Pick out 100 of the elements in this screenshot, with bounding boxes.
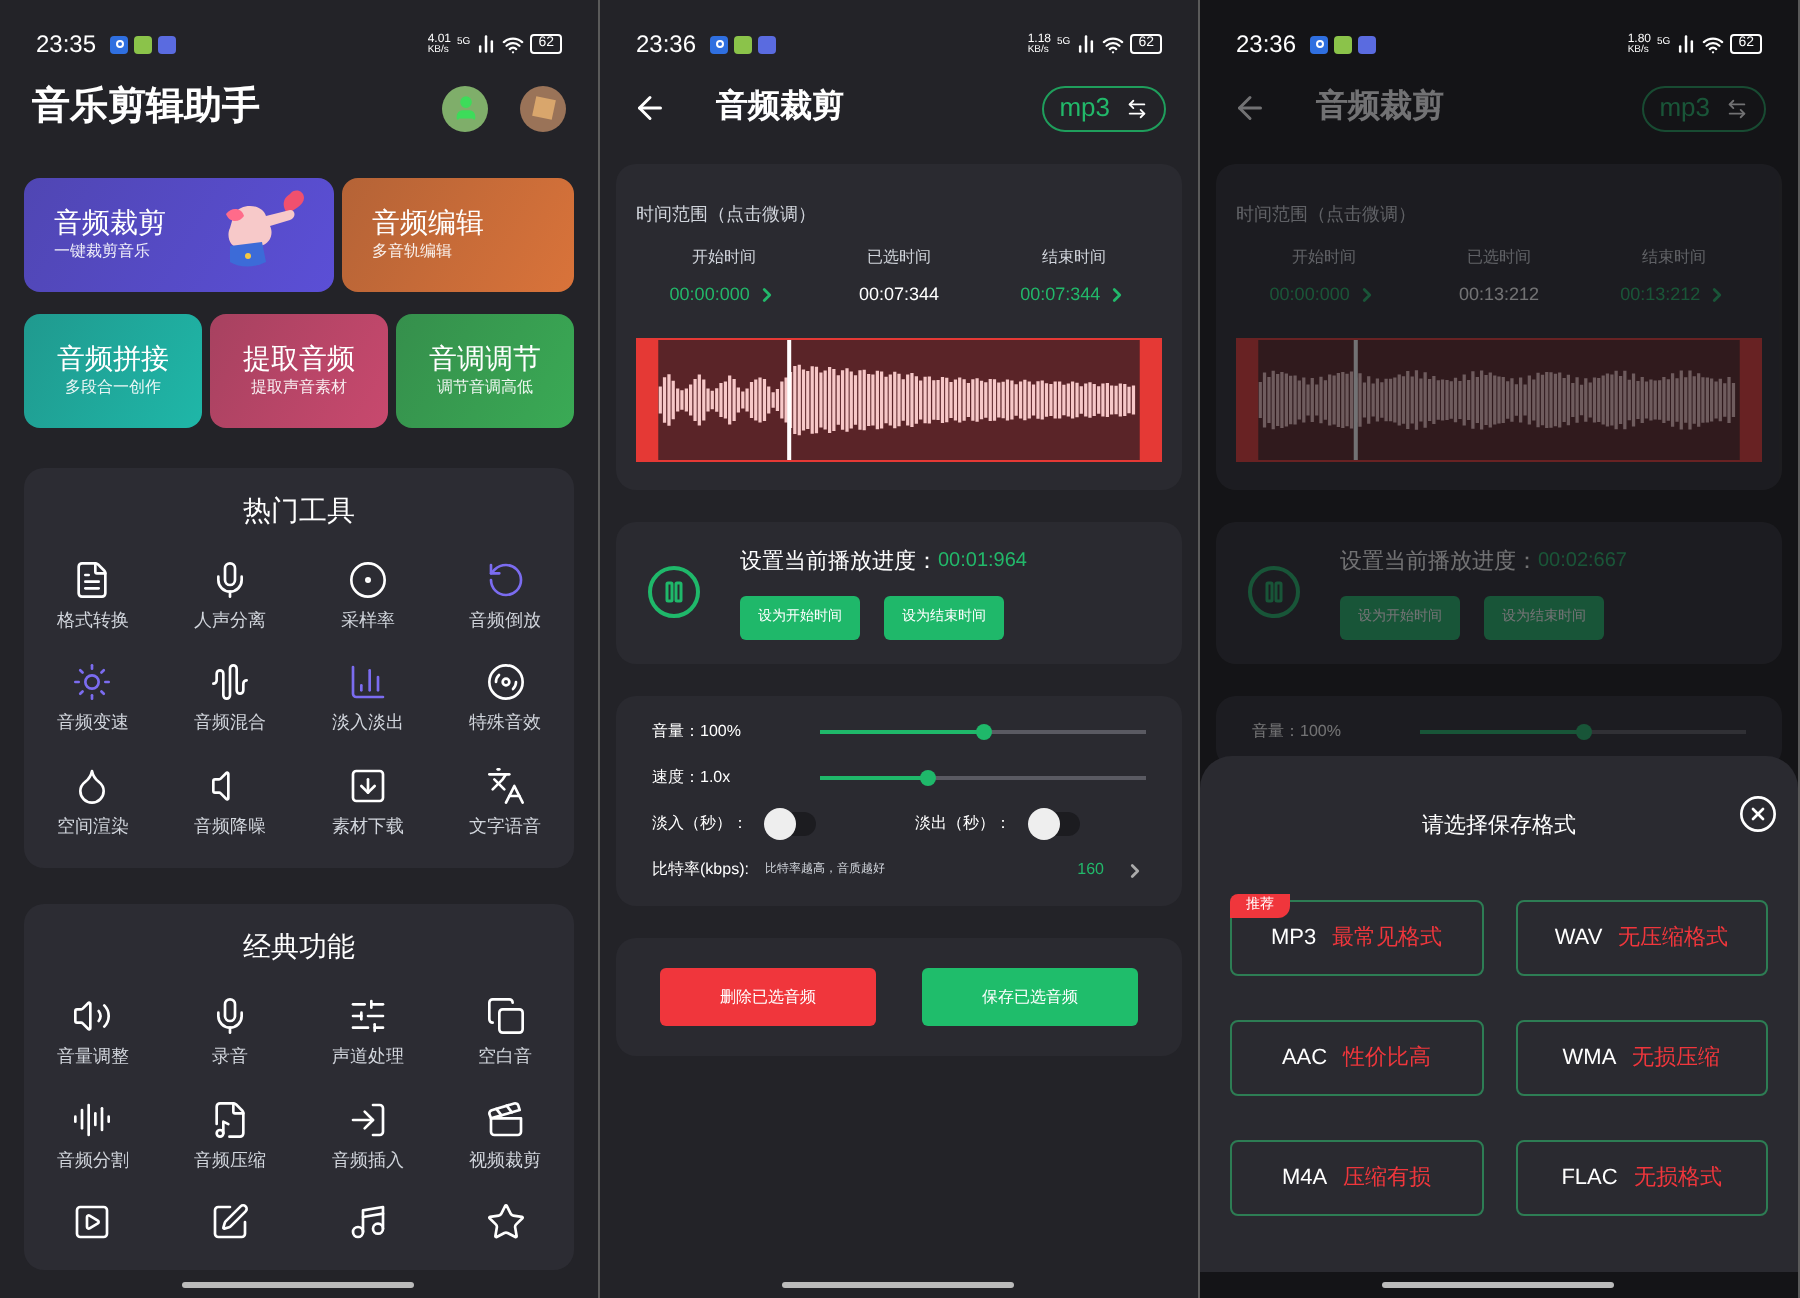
format-option[interactable]: WMA 无损压缩 <box>1515 1020 1768 1096</box>
feature-card[interactable]: 提取音频 提取声音素材 <box>210 313 388 427</box>
volume-icon[interactable] <box>72 996 113 1036</box>
wifi-icon <box>502 33 525 55</box>
sliders-icon[interactable] <box>347 996 388 1036</box>
tool-label[interactable]: 音频变速 <box>56 710 129 737</box>
back-icon[interactable] <box>632 90 668 126</box>
range-heading: 时间范围（点击微调） <box>1236 204 1416 224</box>
card-title: 音频裁剪 <box>54 204 168 240</box>
card-subtitle: 多段合一创作 <box>65 376 161 400</box>
tool-label[interactable]: 音量调整 <box>56 1044 129 1071</box>
progress-label: 设置当前播放进度： <box>740 547 938 577</box>
file-icon[interactable] <box>72 559 113 599</box>
format-name: WMA <box>1562 1043 1617 1074</box>
card-subtitle: 一键裁剪音乐 <box>54 240 152 264</box>
sun-icon[interactable] <box>72 662 113 702</box>
tool-label[interactable]: 音频混合 <box>194 710 267 737</box>
time-label: 结束时间 <box>1642 246 1707 270</box>
toggle-switch[interactable] <box>764 812 816 836</box>
feature-card[interactable]: 音调调节 调节音调高低 <box>396 313 574 427</box>
avatar-icon[interactable] <box>442 85 488 132</box>
slider-label: 音量：100% <box>652 720 743 744</box>
time-value: 00:07:344 <box>858 282 940 308</box>
tool-label[interactable]: 文字语音 <box>469 813 542 840</box>
format-picker[interactable]: mp3 <box>1041 85 1166 131</box>
edit-icon[interactable] <box>210 1202 251 1242</box>
time-label: 开始时间 <box>691 246 756 270</box>
slider-thumb[interactable] <box>919 770 936 786</box>
audio-lines-icon[interactable] <box>72 1099 113 1139</box>
clock-time: 23:36 <box>636 28 697 62</box>
card-subtitle: 多音轨编辑 <box>372 240 454 264</box>
time-value[interactable]: 00:00:000 <box>669 282 750 309</box>
slider-thumb[interactable] <box>1575 724 1591 740</box>
format-note: 无损格式 <box>1633 1163 1722 1194</box>
trim-handle[interactable] <box>1739 337 1762 461</box>
target-icon[interactable] <box>347 559 388 599</box>
format-note: 性价比高 <box>1343 1043 1432 1074</box>
format-option[interactable]: WAV 无压缩格式 <box>1515 900 1768 976</box>
bitrate-label: 比特率(kbps): <box>652 858 749 882</box>
audio-waveform[interactable] <box>636 337 1162 461</box>
slider-label: 音量：100% <box>1252 720 1343 744</box>
waveform-icon[interactable] <box>210 662 251 702</box>
bar-chart-icon[interactable] <box>347 662 388 702</box>
bitrate-value[interactable]: 160 <box>1077 858 1104 882</box>
play-square-icon[interactable] <box>72 1202 113 1242</box>
pause-button[interactable] <box>648 566 700 619</box>
swap-icon <box>1726 97 1748 119</box>
squares-icon[interactable] <box>485 996 526 1036</box>
format-note: 压缩有损 <box>1343 1163 1432 1194</box>
pause-icon <box>1262 580 1286 605</box>
tool-label[interactable]: 淡入淡出 <box>331 710 404 737</box>
time-label: 已选时间 <box>1466 246 1531 270</box>
toggle-switch[interactable] <box>1027 812 1079 836</box>
tool-label[interactable]: 音频分割 <box>56 1147 129 1174</box>
format-option[interactable]: FLAC 无损格式 <box>1515 1140 1768 1216</box>
tool-label[interactable]: 特殊音效 <box>469 710 542 737</box>
trim-handle[interactable] <box>636 337 659 461</box>
format-option[interactable]: M4A 压缩有损 <box>1230 1140 1483 1216</box>
delete-button[interactable]: 删除已选音频 <box>660 968 876 1026</box>
tool-label[interactable]: 视频裁剪 <box>469 1147 542 1174</box>
signal-icon <box>476 34 497 54</box>
star-icon[interactable] <box>485 1202 526 1242</box>
disc-icon[interactable] <box>485 662 526 702</box>
playhead[interactable] <box>787 339 792 459</box>
tool-label[interactable]: 采样率 <box>340 607 395 634</box>
tool-label[interactable]: 录音 <box>212 1044 249 1071</box>
tool-label[interactable]: 声道处理 <box>331 1044 404 1071</box>
music-file-icon[interactable] <box>210 1099 251 1139</box>
playhead[interactable] <box>1353 339 1358 459</box>
rewind-icon[interactable] <box>485 559 526 599</box>
music-note-icon[interactable] <box>347 1202 388 1242</box>
format-name: AAC <box>1281 1043 1328 1074</box>
insert-icon[interactable] <box>347 1099 388 1139</box>
feature-card[interactable]: 音频编辑 多音轨编辑 <box>342 177 574 291</box>
format-name: MP3 <box>1270 923 1317 954</box>
video-icon[interactable] <box>485 1099 526 1139</box>
tool-label[interactable]: 音频压缩 <box>194 1147 267 1174</box>
trim-handle[interactable] <box>1236 337 1259 461</box>
text-icon[interactable] <box>485 765 526 805</box>
tool-label[interactable]: 素材下载 <box>331 813 404 840</box>
tool-label[interactable]: 音频降噪 <box>194 813 267 840</box>
format-option[interactable]: AAC 性价比高 <box>1230 1020 1483 1096</box>
download-icon[interactable] <box>347 765 388 805</box>
slider-thumb[interactable] <box>975 724 991 740</box>
tool-label[interactable]: 空间渲染 <box>56 813 129 840</box>
card-subtitle: 提取声音素材 <box>251 376 347 400</box>
format-note: 无压缩格式 <box>1618 923 1729 954</box>
tool-label[interactable]: 音频插入 <box>331 1147 404 1174</box>
format-label: mp3 <box>1059 90 1110 127</box>
slider-label: 速度：1.0x <box>652 766 733 790</box>
tool-label[interactable]: 格式转换 <box>56 607 129 634</box>
time-value[interactable]: 00:07:344 <box>1020 282 1101 309</box>
tool-label[interactable]: 空白音 <box>478 1044 533 1071</box>
close-icon[interactable] <box>1738 794 1778 834</box>
range-heading: 时间范围（点击微调） <box>636 204 816 224</box>
trim-handle[interactable] <box>1139 337 1162 461</box>
feature-card[interactable]: 音频裁剪 一键裁剪音乐 <box>24 177 334 291</box>
page-title: 音频裁剪 <box>1316 86 1444 128</box>
tool-label[interactable]: 音频倒放 <box>469 607 542 634</box>
tool-label[interactable]: 人声分离 <box>194 607 267 634</box>
